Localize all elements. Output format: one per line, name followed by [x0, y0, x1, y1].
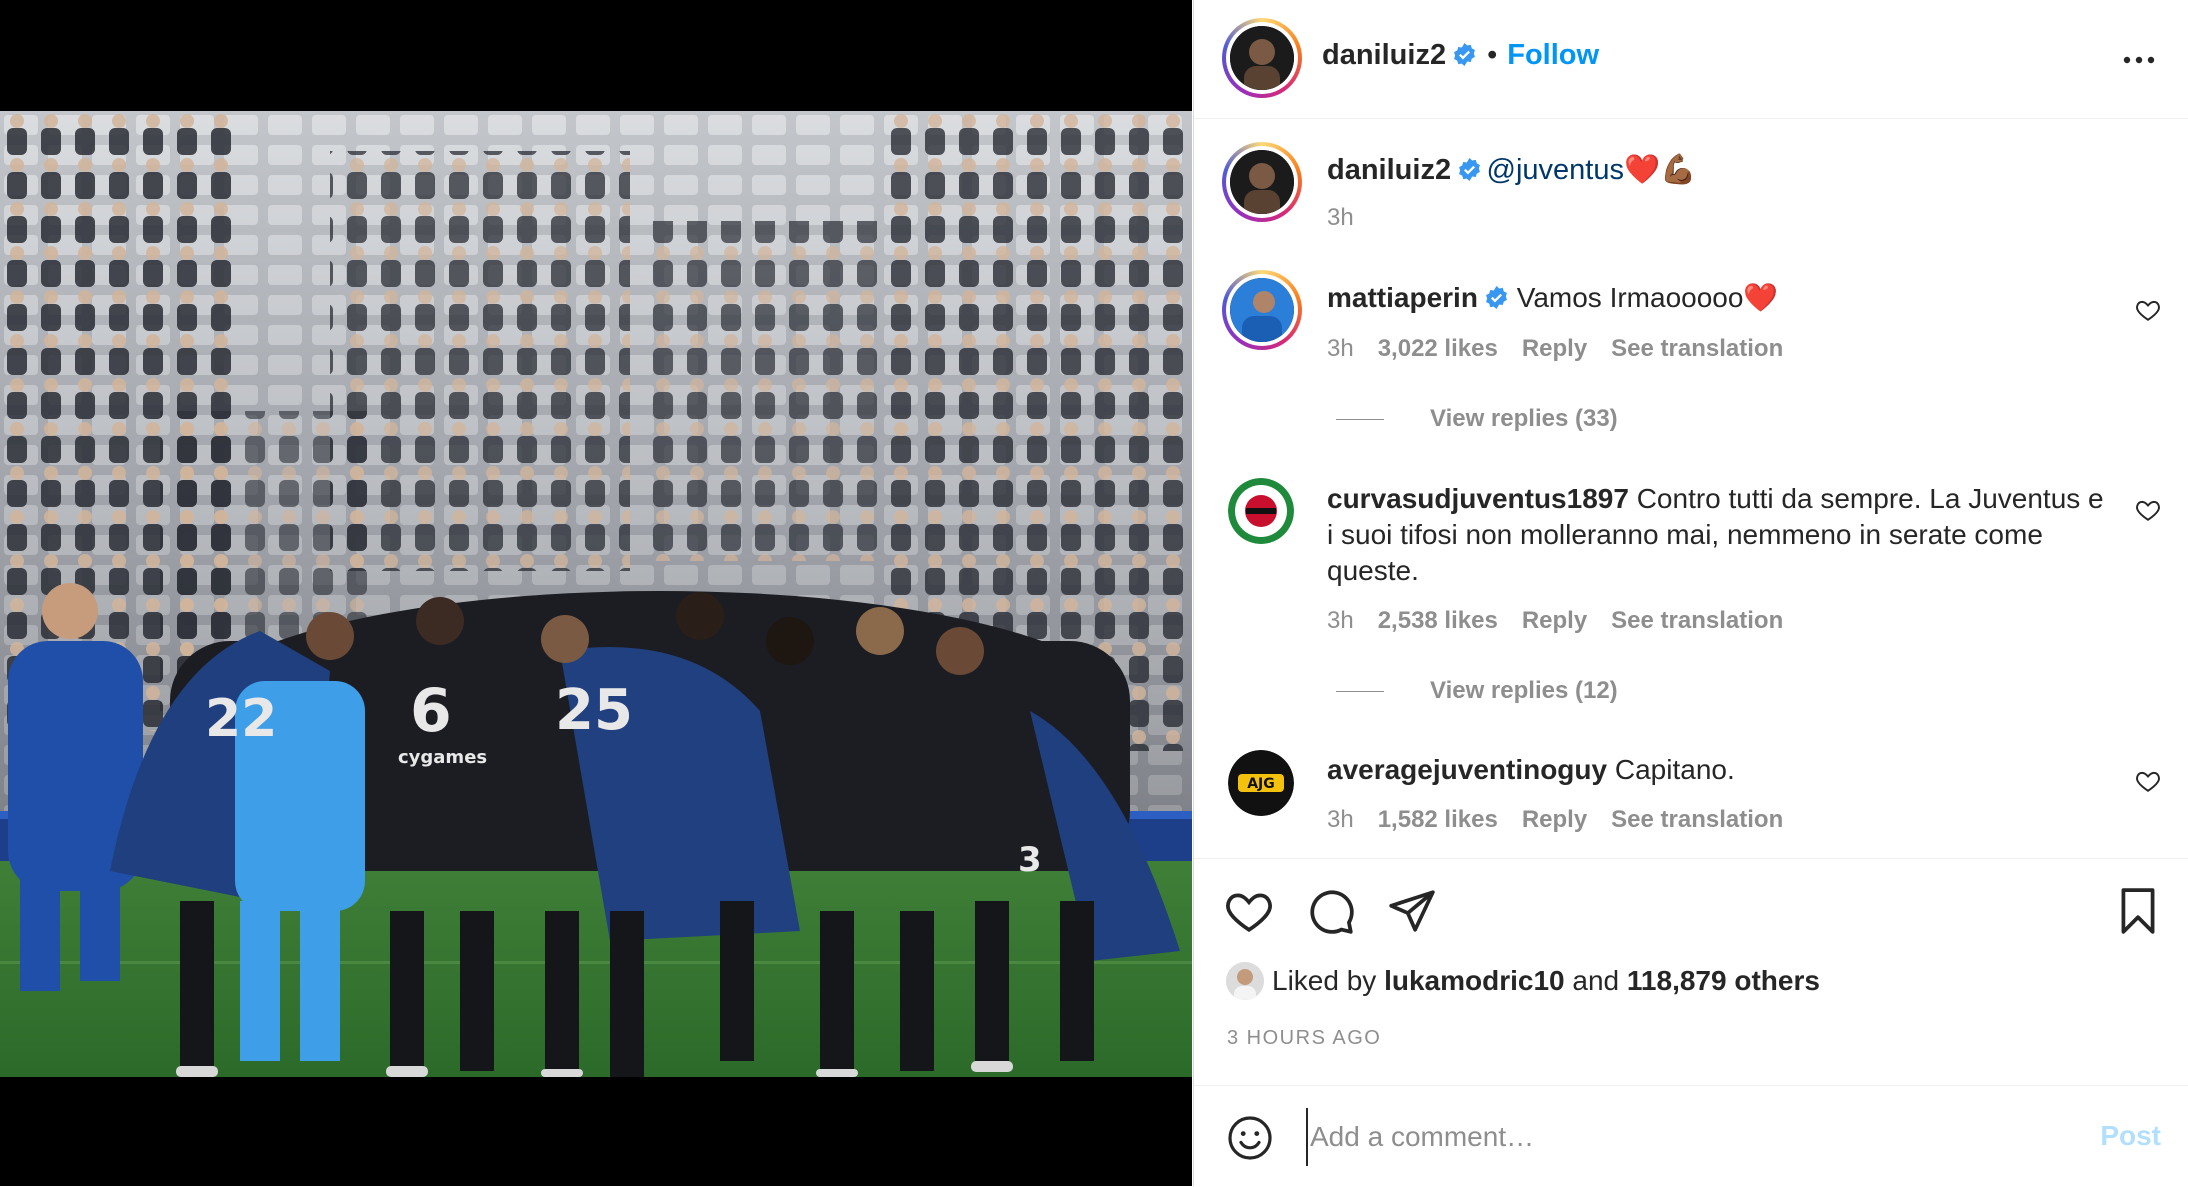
reply-button[interactable]: Reply	[1522, 335, 1587, 362]
caption-mention[interactable]: @juventus	[1487, 154, 1624, 186]
view-replies-label: View replies (33)	[1430, 405, 1618, 432]
comment-time: 3h	[1327, 806, 1354, 833]
comment-meta: 3h 3,022 likes Reply See translation	[1327, 335, 1783, 363]
comment-input[interactable]	[1306, 1108, 2012, 1166]
reply-button[interactable]: Reply	[1522, 806, 1587, 833]
post-header: daniluiz2 • Follow	[1194, 0, 2188, 119]
post-comment-button[interactable]: Post	[2100, 1120, 2161, 1152]
comment-username[interactable]: curvasudjuventus1897	[1327, 483, 1629, 514]
comment-avatar[interactable]	[1228, 478, 1294, 544]
comment-avatar[interactable]: AJG	[1228, 750, 1294, 816]
header-user: daniluiz2 • Follow	[1322, 39, 1599, 72]
post-timestamp[interactable]: 3 HOURS AGO	[1227, 1027, 1381, 1050]
caption-username[interactable]: daniluiz2	[1327, 154, 1451, 186]
author-avatar-image	[1230, 26, 1294, 90]
comment-3: averagejuventinoguy Capitano.	[1327, 752, 2087, 788]
comment-avatar-image	[1230, 278, 1294, 342]
media-pane: 22 6 25 3 cygames	[0, 0, 1192, 1186]
view-replies-button[interactable]: View replies (33)	[1336, 405, 1618, 433]
comment-avatar[interactable]	[1222, 270, 1302, 350]
liker-avatar[interactable]	[1226, 962, 1264, 1000]
verified-icon	[1459, 158, 1480, 181]
see-translation-button[interactable]: See translation	[1611, 335, 1783, 362]
jersey-sponsor: cygames	[398, 747, 487, 768]
comment-meta: 3h 2,538 likes Reply See translation	[1327, 607, 1783, 635]
comment-time: 3h	[1327, 335, 1354, 362]
author-avatar[interactable]	[1222, 18, 1302, 98]
comment-text: Vamos Irmaooooo❤️	[1516, 282, 1779, 313]
verified-icon	[1454, 43, 1475, 66]
post-sidebar: daniluiz2 • Follow daniluiz2 @juventus❤️💪🏾…	[1193, 0, 2188, 1186]
jersey-number: 3	[1018, 840, 1042, 880]
more-icon[interactable]	[2121, 42, 2157, 78]
jersey-number: 6	[410, 676, 452, 746]
comment-likes[interactable]: 3,022 likes	[1378, 335, 1498, 362]
post-photo[interactable]: 22 6 25 3 cygames	[0, 111, 1192, 1077]
avatar-badge-text: AJG	[1247, 776, 1275, 792]
reply-button[interactable]: Reply	[1522, 607, 1587, 634]
see-translation-button[interactable]: See translation	[1611, 607, 1783, 634]
liked-by-others[interactable]: 118,879 others	[1627, 965, 1820, 996]
heart-icon[interactable]	[2135, 297, 2161, 323]
view-replies-button[interactable]: View replies (12)	[1336, 677, 1618, 705]
caption: daniluiz2 @juventus❤️💪🏾	[1327, 153, 1696, 187]
liked-by-prefix: Liked by	[1272, 965, 1377, 996]
comment-time: 3h	[1327, 607, 1354, 634]
bookmark-icon[interactable]	[2113, 886, 2163, 936]
comment-username[interactable]: averagejuventinoguy	[1327, 754, 1607, 785]
author-username[interactable]: daniluiz2	[1322, 39, 1446, 71]
likes-summary: Liked by lukamodric10 and 118,879 others	[1226, 962, 1820, 1000]
verified-icon	[1486, 286, 1507, 309]
comment-1: mattiaperin Vamos Irmaooooo❤️	[1327, 280, 2087, 316]
caption-emoji: ❤️💪🏾	[1623, 154, 1697, 186]
comment-username[interactable]: mattiaperin	[1327, 282, 1478, 313]
emoji-icon[interactable]	[1226, 1114, 1274, 1162]
liked-by-user[interactable]: lukamodric10	[1384, 965, 1565, 996]
caption-avatar[interactable]	[1222, 142, 1302, 222]
comment-bar: Post	[1194, 1085, 2188, 1187]
heart-icon[interactable]	[2135, 497, 2161, 523]
heart-icon[interactable]	[1224, 886, 1274, 936]
jersey-number: 25	[555, 678, 633, 743]
comment-likes[interactable]: 2,538 likes	[1378, 607, 1498, 634]
header-separator: •	[1487, 39, 1498, 71]
liked-by-middle: and	[1572, 965, 1620, 996]
see-translation-button[interactable]: See translation	[1611, 806, 1783, 833]
jersey-number: 22	[205, 689, 277, 749]
team-huddle-image: 22 6 25 3 cygames	[0, 111, 1192, 1077]
comment-meta: 3h 1,582 likes Reply See translation	[1327, 806, 1783, 834]
caption-avatar-image	[1230, 150, 1294, 214]
caption-time: 3h	[1327, 204, 1354, 231]
heart-icon[interactable]	[2135, 768, 2161, 794]
follow-button[interactable]: Follow	[1507, 39, 1599, 71]
comment-text: Capitano.	[1614, 754, 1735, 785]
view-replies-label: View replies (12)	[1430, 677, 1618, 704]
comment-2: curvasudjuventus1897 Contro tutti da sem…	[1327, 481, 2107, 589]
comment-icon[interactable]	[1306, 886, 1356, 936]
action-bar	[1194, 858, 2188, 859]
comment-likes[interactable]: 1,582 likes	[1378, 806, 1498, 833]
share-icon[interactable]	[1387, 886, 1437, 936]
